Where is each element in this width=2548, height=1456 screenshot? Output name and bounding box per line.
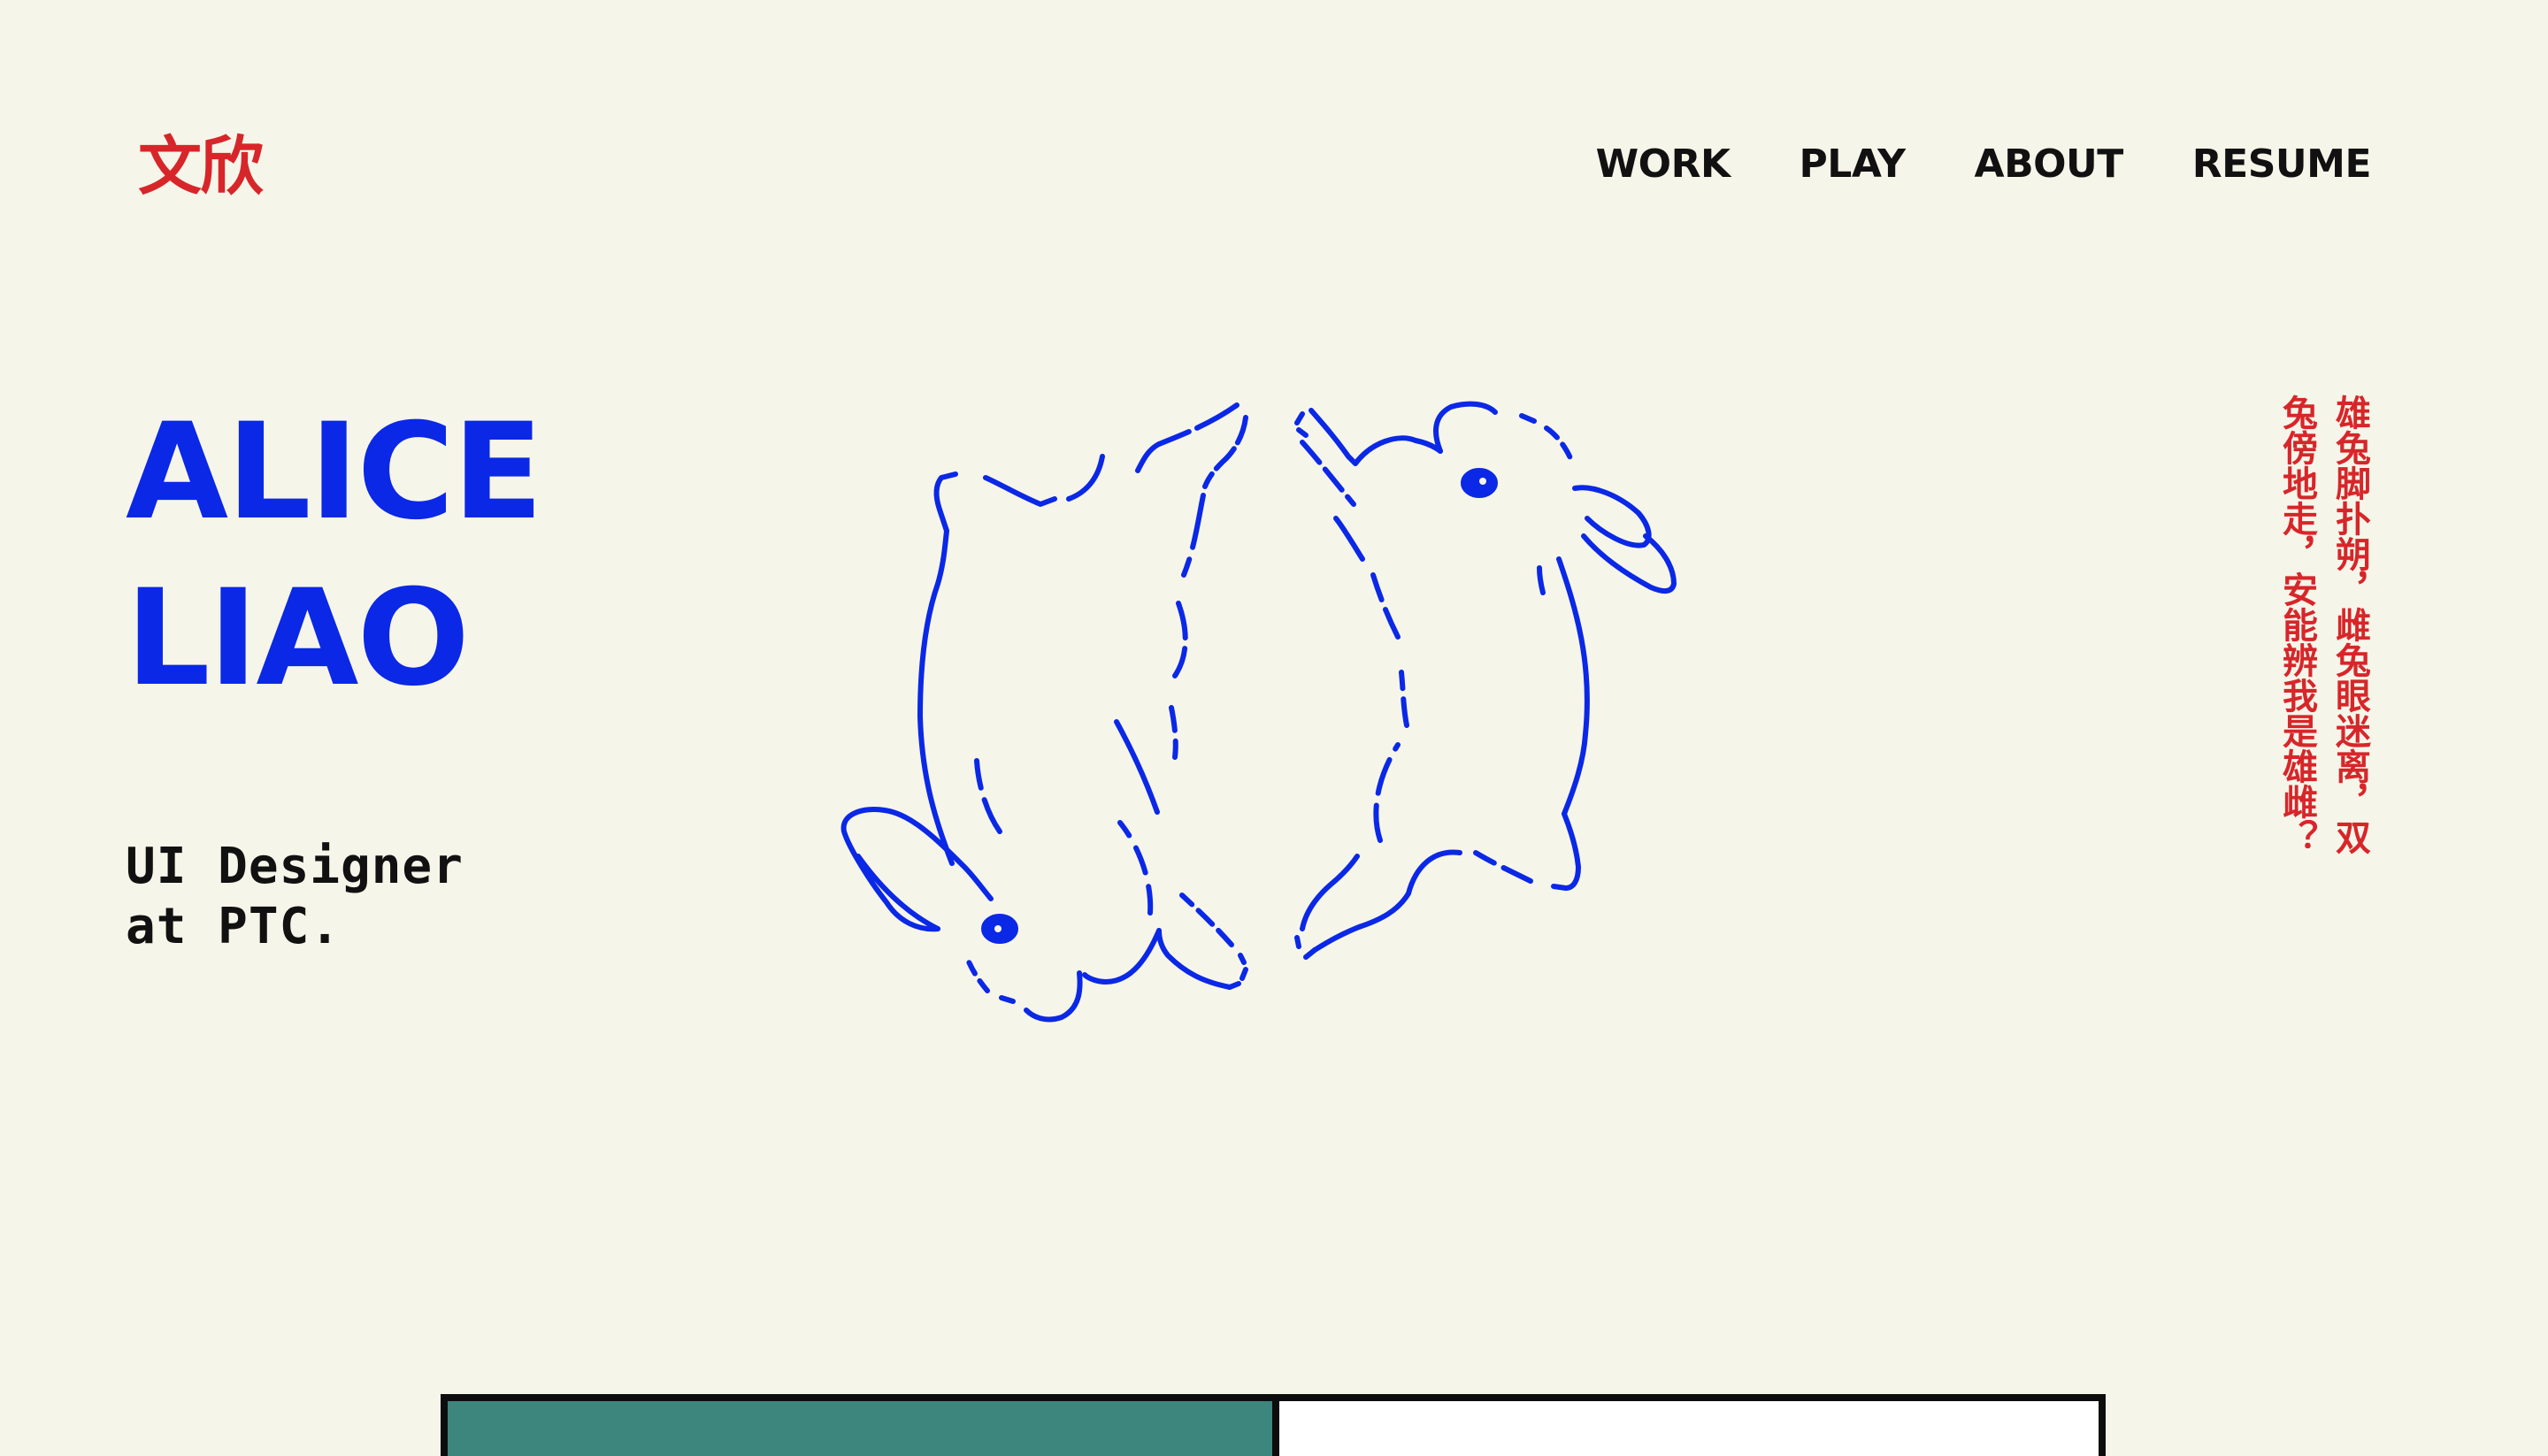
- nav-about-link[interactable]: ABOUT: [1975, 145, 2124, 184]
- hero-first-name: ALICE: [126, 395, 543, 549]
- poem-column-left: 兔傍地走，安能辨我是雄雌？: [2276, 395, 2317, 854]
- project-card-teal[interactable]: [448, 1401, 1279, 1456]
- left-rabbit-icon: [840, 402, 1248, 1023]
- vertical-poem: 雄兔脚扑朔，雌兔眼迷离，双 兔傍地走，安能辨我是雄雌？: [1426, 395, 2371, 854]
- subtitle-line-2: at PTC.: [126, 898, 342, 955]
- logo[interactable]: 文欣: [138, 134, 264, 198]
- subtitle-line-1: UI Designer: [126, 838, 464, 895]
- project-card-white[interactable]: [1279, 1401, 2099, 1456]
- nav-resume-link[interactable]: RESUME: [2192, 145, 2372, 184]
- nav-work-link[interactable]: WORK: [1596, 145, 1731, 184]
- hero-name: ALICE LIAO: [126, 389, 543, 722]
- poem-column-right: 雄兔脚扑朔，雌兔眼迷离，双: [2329, 395, 2370, 854]
- project-cards-preview: [441, 1394, 2106, 1456]
- hero-last-name: LIAO: [126, 562, 470, 716]
- nav-play-link[interactable]: PLAY: [1800, 145, 1907, 184]
- main-nav: WORK PLAY ABOUT RESUME: [1596, 145, 2372, 184]
- hero-subtitle: UI Designer at PTC.: [126, 837, 464, 957]
